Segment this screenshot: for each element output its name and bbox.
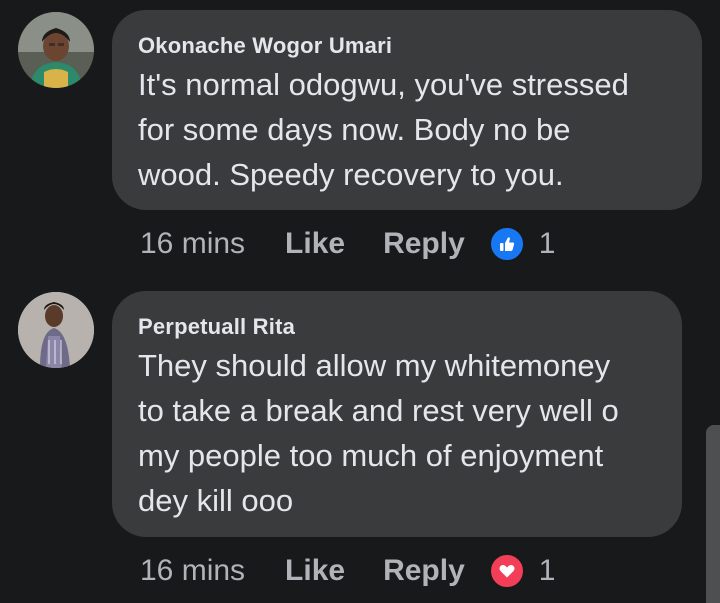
comment-text-line: for some days now. Body no be [138, 112, 571, 147]
comment-text-line: It's normal odogwu, you've stressed [138, 67, 629, 102]
reaction-summary[interactable]: 1 [488, 226, 556, 262]
comment-author[interactable]: Okonache Wogor Umari [138, 32, 676, 60]
comment-timestamp[interactable]: 16 mins [140, 554, 245, 588]
comment-text-line: They should allow my whitemoney [138, 348, 611, 383]
reaction-summary[interactable]: 1 [488, 553, 556, 589]
avatar[interactable] [18, 292, 94, 368]
comment-text-line: wood. Speedy recovery to you. [138, 157, 564, 192]
reply-button[interactable]: Reply [383, 227, 465, 261]
avatar[interactable] [18, 12, 94, 88]
comment-text: It's normal odogwu, you've stressed for … [138, 62, 676, 197]
comment-text-line: dey kill ooo [138, 483, 294, 518]
comment-text-line: to take a break and rest very well o [138, 393, 619, 428]
reply-button[interactable]: Reply [383, 554, 465, 588]
comment-author[interactable]: Perpetuall Rita [138, 313, 656, 341]
comments-thread: Okonache Wogor Umari It's normal odogwu,… [0, 0, 720, 603]
comment-text: They should allow my whitemoney to take … [138, 343, 656, 523]
like-thumb-icon [488, 226, 525, 262]
reaction-count: 1 [538, 227, 556, 260]
comment-bubble: Okonache Wogor Umari It's normal odogwu,… [112, 10, 702, 210]
reaction-count: 1 [538, 554, 556, 587]
love-heart-icon [488, 553, 525, 589]
like-button[interactable]: Like [285, 227, 345, 261]
comment-actions: 16 mins Like Reply 1 [140, 224, 555, 264]
comment-bubble: Perpetuall Rita They should allow my whi… [112, 291, 682, 537]
like-button[interactable]: Like [285, 554, 345, 588]
comment-text-line: my people too much of enjoyment [138, 438, 604, 473]
scrollbar-thumb[interactable] [706, 425, 720, 603]
comment-timestamp[interactable]: 16 mins [140, 227, 245, 261]
comment-actions: 16 mins Like Reply 1 [140, 551, 555, 591]
